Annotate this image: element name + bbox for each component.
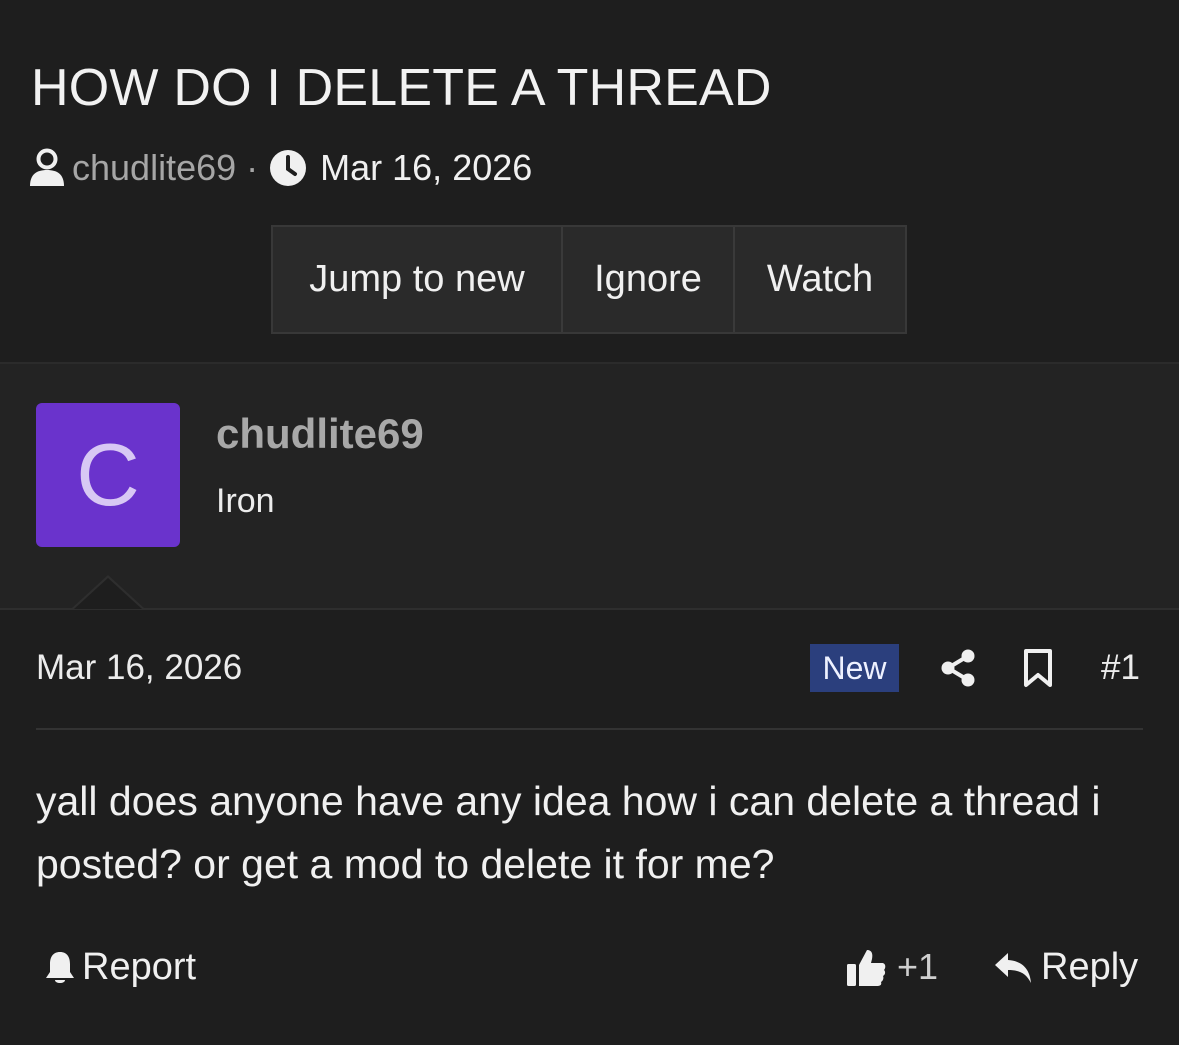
user-info-arrow-fill: [74, 578, 142, 609]
post-username-link[interactable]: chudlite69: [216, 410, 424, 458]
thread-meta: chudlite69 · Mar 16, 2026: [28, 146, 532, 190]
post-message: Mar 16, 2026 New #1 yall does anyone hav…: [0, 608, 1179, 1045]
post-number-link[interactable]: #1: [1101, 648, 1140, 688]
ignore-button[interactable]: Ignore: [563, 227, 735, 332]
like-count: +1: [897, 946, 939, 987]
post-date-link[interactable]: Mar 16, 2026: [36, 648, 242, 688]
bookmark-icon[interactable]: [1023, 648, 1053, 693]
reply-label: Reply: [1041, 946, 1139, 988]
thread-header: HOW DO I DELETE A THREAD chudlite69 · Ma…: [0, 0, 1179, 362]
thread-action-buttons: Jump to new Ignore Watch: [271, 225, 907, 334]
watch-button[interactable]: Watch: [735, 227, 905, 332]
thread-author-link[interactable]: chudlite69: [72, 147, 236, 189]
post-user-info: C chudlite69 Iron: [0, 362, 1179, 610]
post-divider: [36, 728, 1143, 730]
thread-date-link[interactable]: Mar 16, 2026: [320, 147, 532, 189]
clock-icon: [268, 148, 308, 188]
user-icon: [28, 148, 66, 188]
new-badge: New: [810, 644, 899, 692]
meta-separator: ·: [246, 147, 259, 188]
user-rank-title: Iron: [216, 482, 275, 520]
share-icon[interactable]: [940, 648, 976, 693]
jump-to-new-button[interactable]: Jump to new: [273, 227, 563, 332]
thumbs-up-icon: [845, 946, 887, 988]
bell-icon: [44, 950, 76, 986]
reply-button[interactable]: Reply: [993, 946, 1138, 989]
report-link[interactable]: Report: [44, 946, 196, 989]
like-button[interactable]: +1: [845, 946, 938, 988]
avatar[interactable]: C: [36, 403, 180, 547]
post-body-text: yall does anyone have any idea how i can…: [36, 778, 1101, 887]
thread-title: HOW DO I DELETE A THREAD: [31, 59, 772, 117]
report-label: Report: [82, 946, 197, 988]
reply-icon: [993, 951, 1033, 985]
